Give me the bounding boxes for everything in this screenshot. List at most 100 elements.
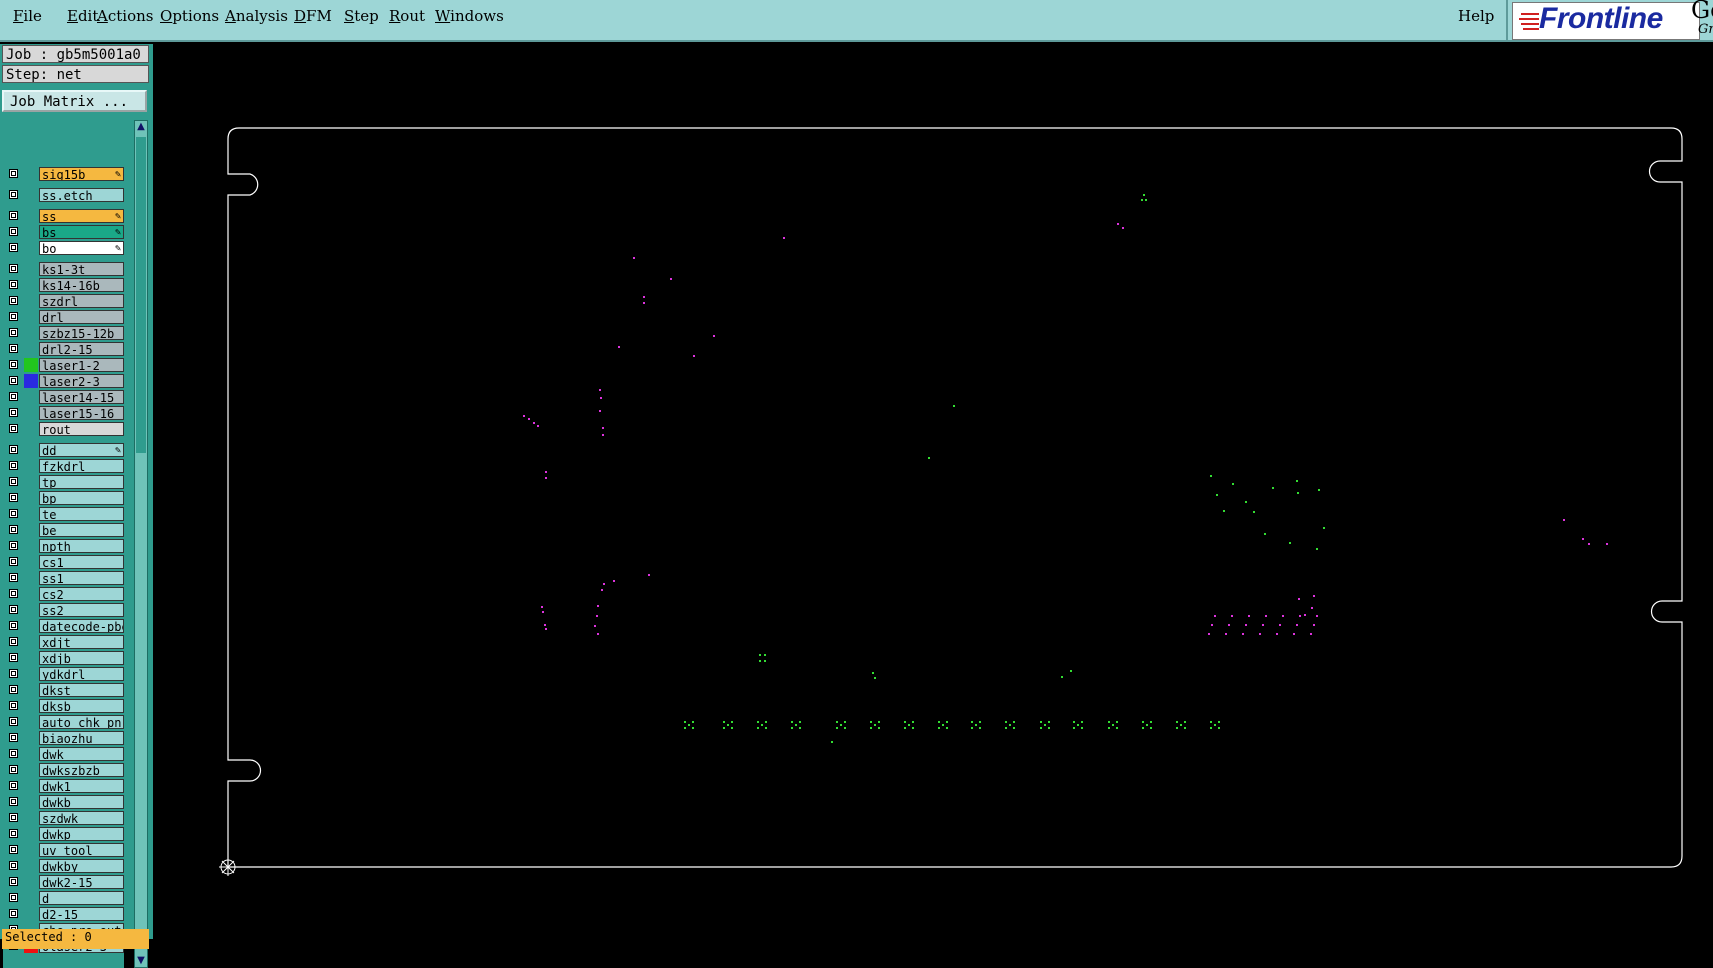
- layer-color-swatch[interactable]: [24, 262, 38, 276]
- layer-name[interactable]: dkst: [39, 683, 124, 697]
- layer-color-swatch[interactable]: [24, 358, 38, 372]
- layer-name[interactable]: dwk1: [39, 779, 124, 793]
- layer-visibility-checkbox[interactable]: [9, 893, 18, 902]
- layer-visibility-checkbox[interactable]: [9, 296, 18, 305]
- job-matrix-button[interactable]: Job Matrix ...: [2, 90, 147, 112]
- layer-visibility-checkbox[interactable]: [9, 685, 18, 694]
- layer-color-swatch[interactable]: [24, 374, 38, 388]
- layer-visibility-checkbox[interactable]: [9, 765, 18, 774]
- menu-file[interactable]: File: [13, 7, 42, 25]
- layer-name[interactable]: szdwk: [39, 811, 124, 825]
- layer-color-swatch[interactable]: [24, 523, 38, 537]
- layer-visibility-checkbox[interactable]: [9, 669, 18, 678]
- layer-row-bp[interactable]: bp: [3, 491, 124, 505]
- layer-name[interactable]: ks14-16b: [39, 278, 124, 292]
- layer-name[interactable]: szdrl: [39, 294, 124, 308]
- layer-row-dwkp[interactable]: dwkp: [3, 827, 124, 841]
- scroll-thumb[interactable]: [136, 137, 146, 453]
- layer-visibility-checkbox[interactable]: [9, 653, 18, 662]
- layer-visibility-checkbox[interactable]: [9, 845, 18, 854]
- layer-color-swatch[interactable]: [24, 475, 38, 489]
- layer-name[interactable]: bp: [39, 491, 124, 505]
- layer-name[interactable]: auto_chk_pn.: [39, 715, 124, 729]
- layer-name[interactable]: xdjb: [39, 651, 124, 665]
- layer-row-ss.etch[interactable]: ss.etch: [3, 188, 124, 202]
- layer-visibility-checkbox[interactable]: [9, 701, 18, 710]
- layer-name[interactable]: rout: [39, 422, 124, 436]
- menu-rout[interactable]: Rout: [389, 7, 425, 25]
- layer-row-drl[interactable]: drl: [3, 310, 124, 324]
- layer-name[interactable]: dwk: [39, 747, 124, 761]
- layer-row-dwkb[interactable]: dwkb: [3, 795, 124, 809]
- layer-row-be[interactable]: be: [3, 523, 124, 537]
- layer-row-fzkdrl[interactable]: fzkdrl: [3, 459, 124, 473]
- layer-name[interactable]: dwkp: [39, 827, 124, 841]
- layer-row-ss2[interactable]: ss2: [3, 603, 124, 617]
- layer-color-swatch[interactable]: [24, 635, 38, 649]
- layer-color-swatch[interactable]: [24, 406, 38, 420]
- layer-color-swatch[interactable]: [24, 507, 38, 521]
- layer-color-swatch[interactable]: [24, 342, 38, 356]
- layer-name[interactable]: fzkdrl: [39, 459, 124, 473]
- layer-row-dd[interactable]: dd ✎: [3, 443, 124, 457]
- layer-row-ks1-3t[interactable]: ks1-3t: [3, 262, 124, 276]
- layer-color-swatch[interactable]: [24, 209, 38, 223]
- menu-options[interactable]: Options: [160, 7, 219, 25]
- layer-row-dwkszbzb[interactable]: dwkszbzb: [3, 763, 124, 777]
- layer-color-swatch[interactable]: [24, 491, 38, 505]
- layer-visibility-checkbox[interactable]: [9, 749, 18, 758]
- scroll-up-arrow-icon[interactable]: ▲: [135, 121, 147, 133]
- layer-name[interactable]: laser1-2: [39, 358, 124, 372]
- layer-row-cs2[interactable]: cs2: [3, 587, 124, 601]
- layer-color-swatch[interactable]: [24, 859, 38, 873]
- layer-color-swatch[interactable]: [24, 225, 38, 239]
- layer-visibility-checkbox[interactable]: [9, 408, 18, 417]
- layer-visibility-checkbox[interactable]: [9, 190, 18, 199]
- layer-name[interactable]: cs2: [39, 587, 124, 601]
- layer-name[interactable]: dd ✎: [39, 443, 124, 457]
- layer-name[interactable]: laser2-3: [39, 374, 124, 388]
- layer-row-auto_chk_pn.[interactable]: auto_chk_pn.: [3, 715, 124, 729]
- layer-visibility-checkbox[interactable]: [9, 376, 18, 385]
- layer-color-swatch[interactable]: [24, 891, 38, 905]
- layer-color-swatch[interactable]: [24, 683, 38, 697]
- layer-color-swatch[interactable]: [24, 167, 38, 181]
- layer-visibility-checkbox[interactable]: [9, 312, 18, 321]
- layer-name[interactable]: drl: [39, 310, 124, 324]
- scroll-down-arrow-icon[interactable]: ▼: [135, 955, 147, 967]
- layer-visibility-checkbox[interactable]: [9, 717, 18, 726]
- layer-color-swatch[interactable]: [24, 843, 38, 857]
- layer-name[interactable]: ss2: [39, 603, 124, 617]
- layer-visibility-checkbox[interactable]: [9, 861, 18, 870]
- layer-visibility-checkbox[interactable]: [9, 243, 18, 252]
- layer-visibility-checkbox[interactable]: [9, 797, 18, 806]
- layer-row-tp[interactable]: tp: [3, 475, 124, 489]
- layer-row-ss[interactable]: ss ✎: [3, 209, 124, 223]
- layer-color-swatch[interactable]: [24, 241, 38, 255]
- layer-name[interactable]: ydkdrl: [39, 667, 124, 681]
- layer-name[interactable]: bo ✎: [39, 241, 124, 255]
- layer-name[interactable]: drl2-15: [39, 342, 124, 356]
- layer-color-swatch[interactable]: [24, 587, 38, 601]
- layer-name[interactable]: xdjt: [39, 635, 124, 649]
- layer-visibility-checkbox[interactable]: [9, 461, 18, 470]
- layer-row-laser2-3[interactable]: laser2-3: [3, 374, 124, 388]
- layer-visibility-checkbox[interactable]: [9, 541, 18, 550]
- layer-color-swatch[interactable]: [24, 747, 38, 761]
- layer-name[interactable]: sig15b ✎: [39, 167, 124, 181]
- layer-visibility-checkbox[interactable]: [9, 813, 18, 822]
- menu-help[interactable]: Help: [1458, 7, 1494, 25]
- layer-color-swatch[interactable]: [24, 827, 38, 841]
- layer-visibility-checkbox[interactable]: [9, 493, 18, 502]
- layer-color-swatch[interactable]: [24, 763, 38, 777]
- layer-visibility-checkbox[interactable]: [9, 637, 18, 646]
- layer-name[interactable]: be: [39, 523, 124, 537]
- layer-row-uv_tool[interactable]: uv_tool: [3, 843, 124, 857]
- layer-color-swatch[interactable]: [24, 667, 38, 681]
- layer-visibility-checkbox[interactable]: [9, 733, 18, 742]
- layer-name[interactable]: d2-15: [39, 907, 124, 921]
- layer-name[interactable]: te: [39, 507, 124, 521]
- layer-row-xdjb[interactable]: xdjb: [3, 651, 124, 665]
- layer-row-te[interactable]: te: [3, 507, 124, 521]
- layer-row-cs1[interactable]: cs1: [3, 555, 124, 569]
